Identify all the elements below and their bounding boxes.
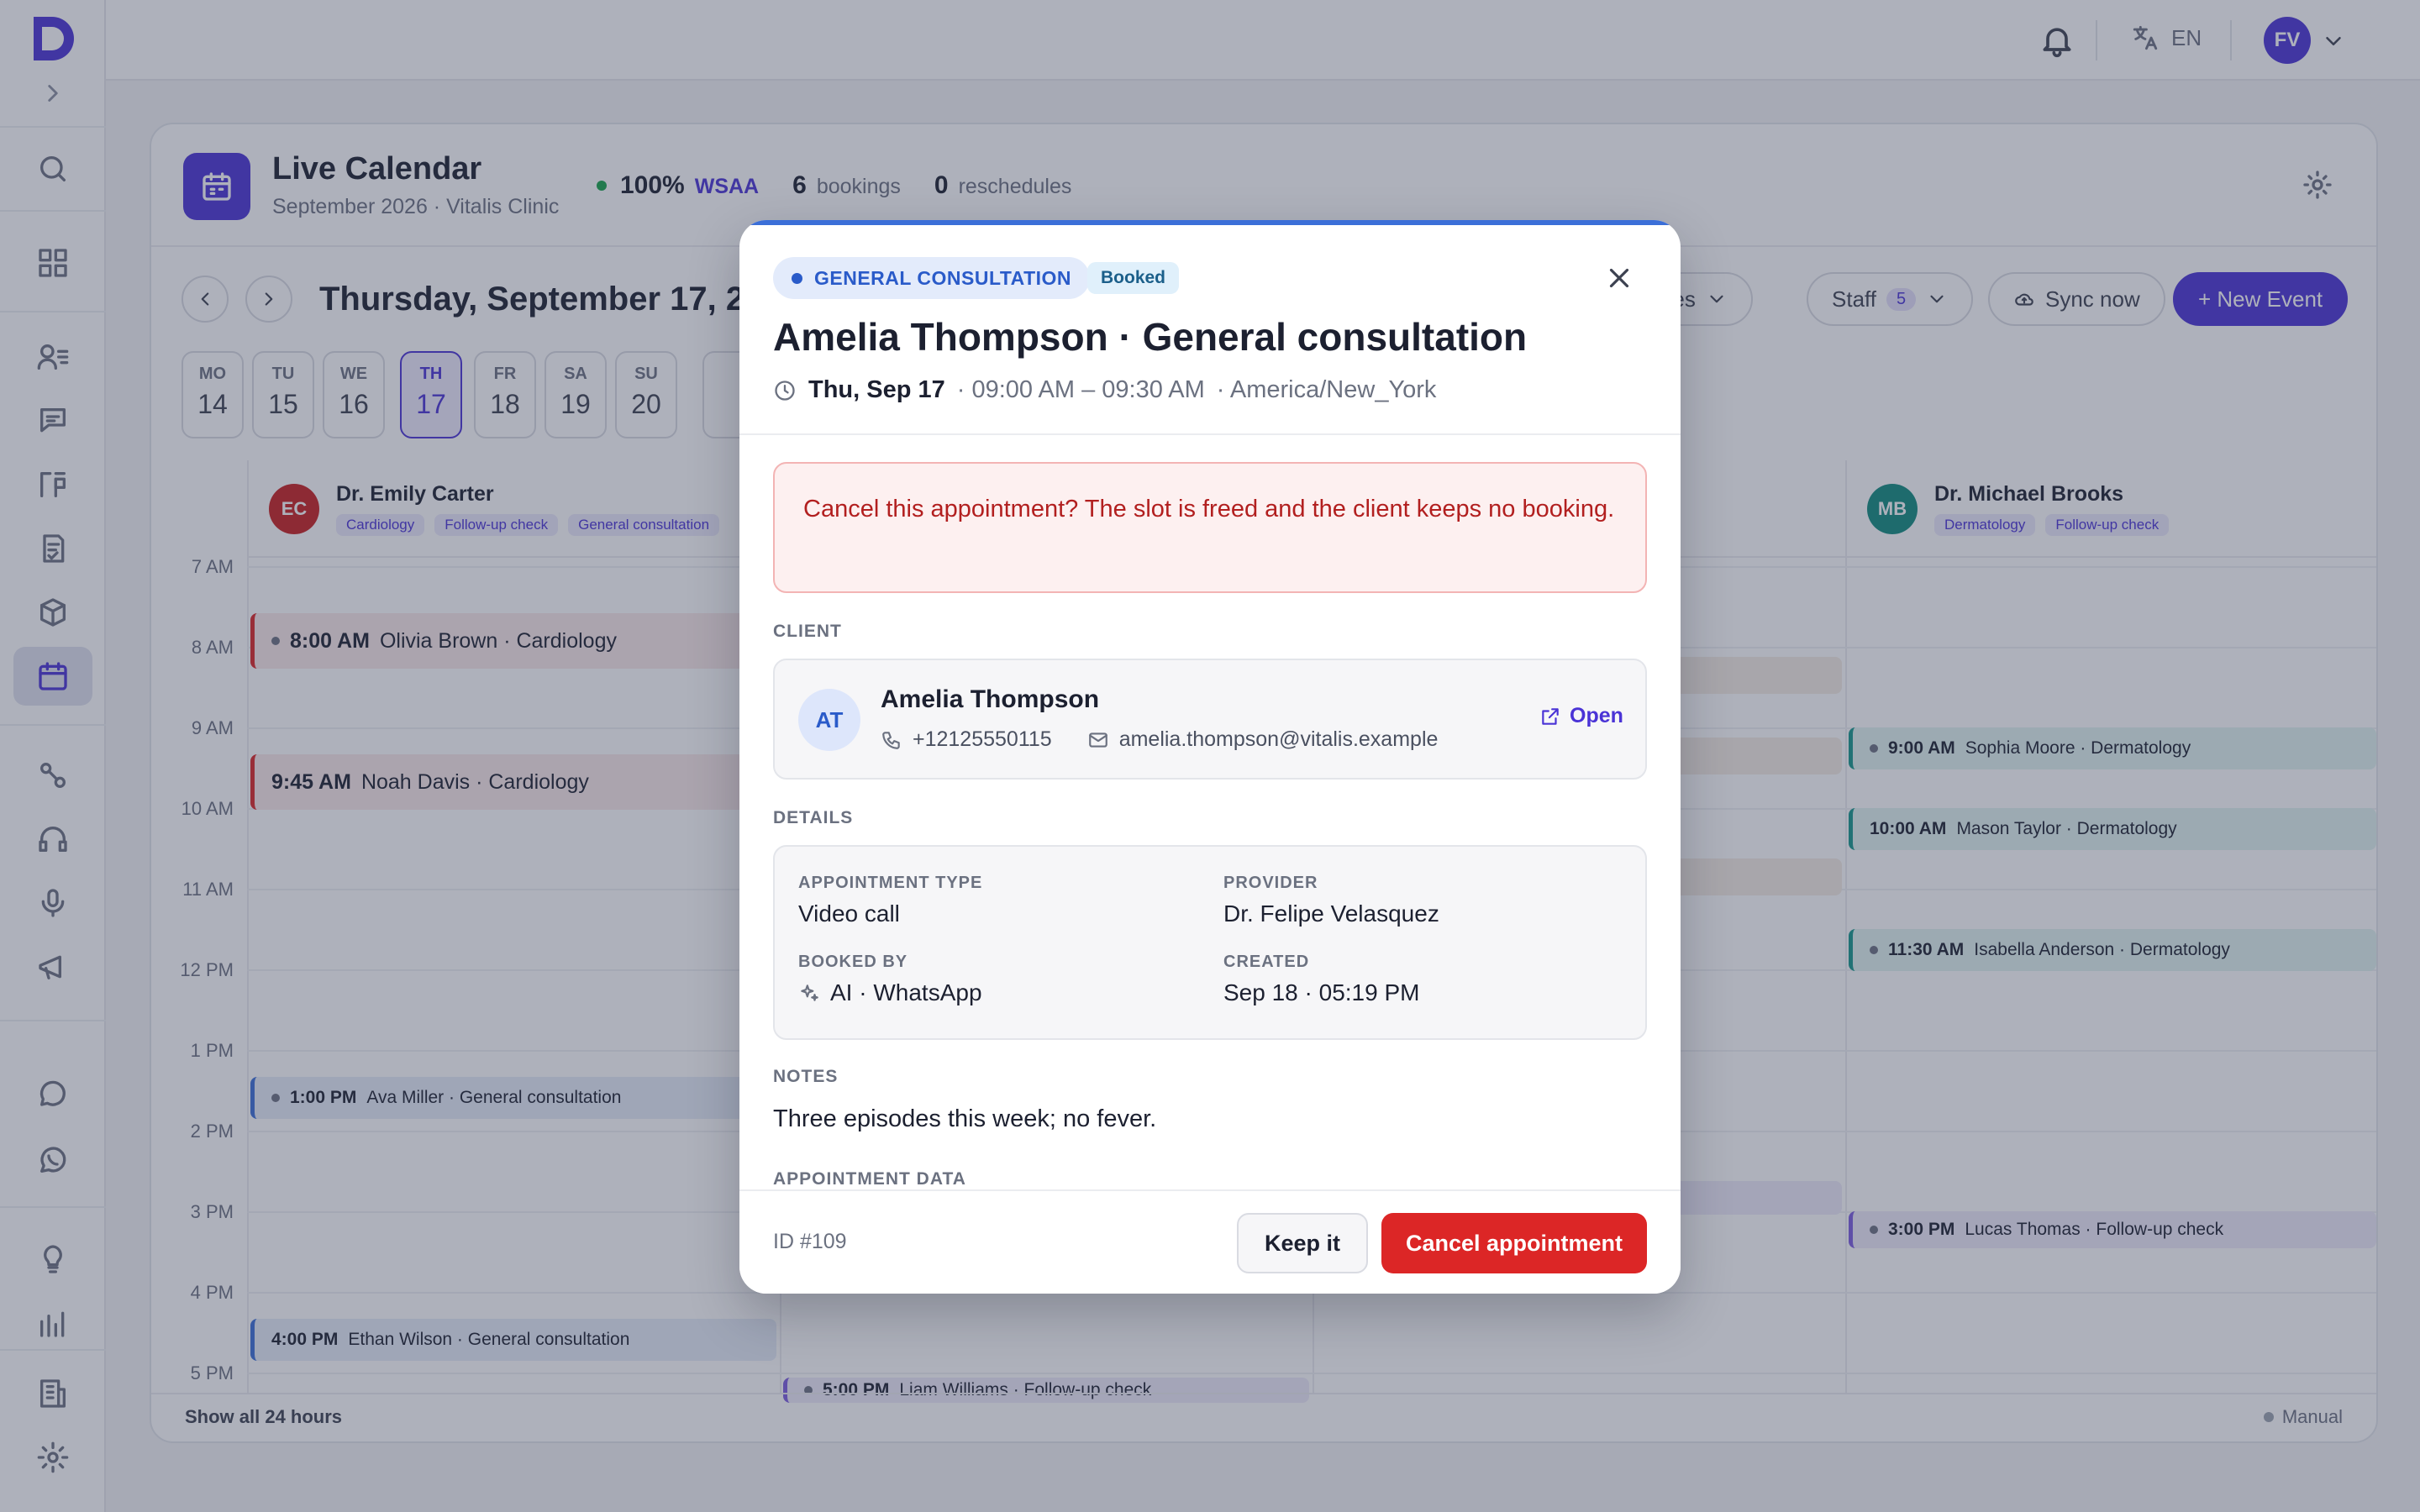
avatar: AT: [798, 689, 860, 751]
appointment-time-range: · 09:00 AM – 09:30 AM: [956, 376, 1205, 403]
dialog-footer: ID #109 Keep it Cancel appointment: [739, 1189, 1681, 1294]
detail-label: CREATED: [1223, 953, 1310, 971]
detail-label: BOOKED BY: [798, 953, 908, 971]
booked-by-value: AI · WhatsApp: [830, 979, 982, 1005]
provider-name: Dr. Felipe Velasquez: [1223, 900, 1439, 927]
cancel-warning: Cancel this appointment? The slot is fre…: [773, 462, 1647, 593]
phone-icon: [882, 731, 900, 749]
appointment-notes: Three episodes this week; no fever.: [773, 1105, 1157, 1132]
client-email: amelia.thompson@vitalis.example: [1118, 727, 1439, 751]
service-chip-label: GENERAL CONSULTATION: [814, 266, 1072, 289]
appointment-type: Video call: [798, 900, 900, 927]
section-label: CLIENT: [773, 622, 842, 641]
cancel-appointment-button[interactable]: Cancel appointment: [1381, 1213, 1647, 1273]
section-label: APPOINTMENT DATA: [773, 1169, 966, 1189]
appointment-time: Thu, Sep 17 · 09:00 AM – 09:30 AM · Amer…: [773, 376, 1436, 404]
service-chip: GENERAL CONSULTATION: [773, 257, 1091, 299]
appointment-date: Thu, Sep 17: [808, 376, 945, 403]
details-card: APPOINTMENT TYPE Video call PROVIDER Dr.…: [773, 845, 1647, 1040]
client-card: AT Amelia Thompson +12125550115 amelia.t…: [773, 659, 1647, 780]
section-label: DETAILS: [773, 808, 854, 827]
detail-label: APPOINTMENT TYPE: [798, 874, 983, 892]
client-name: Amelia Thompson: [881, 685, 1100, 713]
clock-icon: [775, 380, 795, 401]
section-label: NOTES: [773, 1067, 839, 1086]
created-date: Sep 18 · 05:19 PM: [1223, 979, 1420, 1005]
open-client-link[interactable]: Open: [1539, 704, 1623, 728]
mail-icon: [1088, 732, 1107, 748]
cancel-appointment-dialog: GENERAL CONSULTATION Booked Amelia Thomp…: [739, 220, 1681, 1294]
booked-by: AI · WhatsApp: [798, 979, 982, 1006]
close-icon[interactable]: [1603, 262, 1635, 294]
open-client-label: Open: [1570, 704, 1623, 727]
status-badge: Booked: [1087, 262, 1180, 294]
detail-label: PROVIDER: [1223, 874, 1318, 892]
client-phone: +12125550115: [913, 727, 1052, 751]
keep-it-button[interactable]: Keep it: [1237, 1213, 1368, 1273]
dialog-title: Amelia Thompson · General consultation: [773, 315, 1528, 359]
appointment-timezone: · America/New_York: [1216, 376, 1437, 403]
external-link-icon: [1542, 707, 1559, 725]
appointment-id: ID #109: [773, 1230, 847, 1253]
sparkles-icon: [801, 984, 818, 1001]
